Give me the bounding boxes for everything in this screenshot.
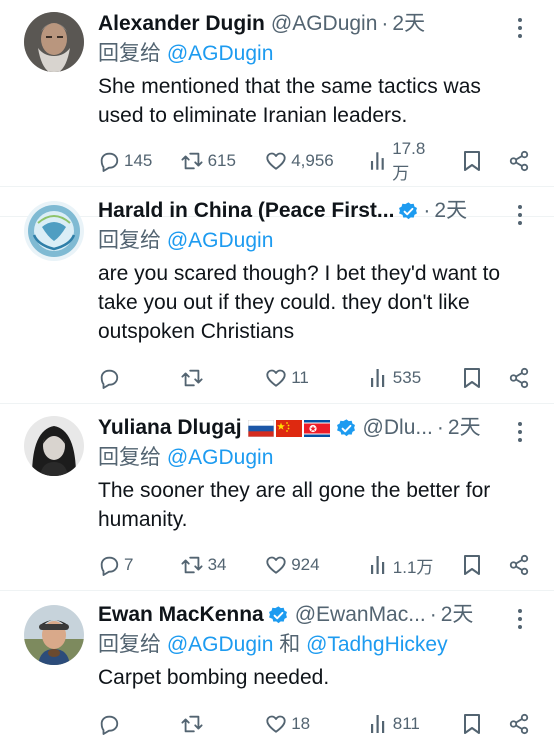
north-korea-flag-icon — [303, 419, 330, 437]
verified-badge-icon — [398, 201, 419, 222]
separator-dot: · — [423, 199, 431, 222]
verified-badge-icon — [268, 605, 289, 626]
views-count: 535 — [392, 368, 422, 387]
tweet-header: Ewan MacKenna @EwanMac... · 2天 — [98, 601, 508, 629]
views-icon — [370, 715, 384, 733]
share-button[interactable] — [506, 367, 530, 389]
like-count: 11 — [291, 368, 309, 387]
retweet-button[interactable] — [180, 367, 244, 389]
mention-joiner: 和 — [279, 633, 301, 656]
timestamp[interactable]: 2天 — [448, 414, 481, 442]
retweet-icon — [181, 369, 203, 387]
timestamp[interactable]: 2天 — [434, 197, 467, 225]
reply-icon — [100, 369, 119, 389]
like-count: 924 — [291, 555, 320, 574]
author-handle[interactable]: @EwanMac... — [295, 601, 426, 629]
more-icon[interactable] — [516, 420, 524, 444]
reply-button[interactable] — [98, 713, 158, 735]
tweet[interactable]: Ewan MacKenna @EwanMac... · 2天 回复给 @AGDu… — [0, 591, 554, 743]
author-name[interactable]: Ewan MacKenna — [98, 601, 264, 629]
views-icon — [370, 369, 384, 387]
reply-button[interactable]: 7 — [98, 554, 158, 576]
retweet-button[interactable] — [180, 713, 244, 735]
reply-icon — [100, 715, 119, 735]
tweet-header: Harald in China (Peace First... · 2天 — [98, 197, 508, 225]
author-name[interactable]: Yuliana Dlugaj — [98, 414, 242, 442]
separator-dot: · — [436, 416, 444, 439]
bookmark-icon — [464, 368, 481, 388]
russia-flag-icon — [247, 419, 274, 437]
retweet-icon — [181, 556, 203, 574]
more-icon[interactable] — [516, 607, 524, 631]
heart-icon — [266, 369, 286, 387]
mention-link[interactable]: @AGDugin — [167, 446, 274, 469]
like-count: 18 — [291, 714, 311, 733]
share-icon — [509, 367, 529, 389]
bookmark-button[interactable] — [462, 713, 484, 735]
action-bar: 7 34 924 1.1万 — [98, 552, 530, 578]
share-icon — [509, 713, 529, 735]
separator-dot: · — [429, 603, 437, 626]
avatar[interactable] — [24, 416, 84, 476]
views-count: 1.1万 — [392, 557, 434, 577]
avatar[interactable] — [24, 605, 84, 665]
retweet-icon — [181, 715, 203, 733]
like-button[interactable]: 18 — [265, 713, 347, 735]
action-bar: 18 811 — [98, 711, 530, 737]
author-name[interactable]: Harald in China (Peace First... — [98, 197, 394, 225]
tweet-header: Yuliana Dlugaj @Dlu... · 2天 — [98, 414, 508, 442]
tweet-text: Carpet bombing needed. — [98, 666, 330, 689]
reply-prefix: 回复给 — [98, 446, 161, 469]
views-button[interactable]: 811 — [369, 713, 441, 735]
reply-prefix: 回复给 — [98, 229, 161, 252]
reply-context: 回复给 @AGDugin — [98, 444, 538, 472]
reply-count: 7 — [124, 555, 134, 574]
reply-button[interactable] — [98, 367, 158, 389]
heart-icon — [266, 556, 286, 574]
retweet-button[interactable]: 34 — [180, 554, 244, 576]
like-button[interactable]: 924 — [265, 554, 347, 576]
reply-context: 回复给 @AGDugin 和 @TadhgHickey — [98, 631, 538, 659]
mention-link[interactable]: @TadhgHickey — [306, 633, 448, 656]
bookmark-icon — [464, 555, 481, 575]
views-count: 811 — [392, 714, 420, 733]
action-bar: 11 535 — [98, 365, 530, 391]
china-flag-icon — [275, 419, 302, 437]
retweet-count: 34 — [207, 555, 227, 574]
bookmark-icon — [464, 714, 481, 734]
views-button[interactable]: 535 — [369, 367, 441, 389]
more-icon[interactable] — [516, 203, 524, 227]
heart-icon — [266, 715, 286, 733]
reply-icon — [100, 556, 119, 576]
author-handle[interactable]: @Dlu... — [363, 414, 433, 442]
reply-prefix: 回复给 — [98, 633, 161, 656]
tweet-text: are you scared though? I bet they'd want… — [98, 262, 501, 343]
avatar[interactable] — [24, 201, 84, 261]
share-icon — [509, 554, 529, 576]
reply-context: 回复给 @AGDugin — [98, 227, 538, 255]
bookmark-button[interactable] — [462, 367, 484, 389]
tweet[interactable]: Yuliana Dlugaj @Dlu... · 2天 回复给 @AGDugin… — [0, 404, 554, 591]
mention-link[interactable]: @AGDugin — [167, 633, 274, 656]
tweet[interactable] — [0, 0, 554, 217]
name-flags — [247, 419, 332, 437]
views-button[interactable]: 1.1万 — [369, 553, 441, 578]
bookmark-button[interactable] — [462, 554, 484, 576]
tweet[interactable]: Harald in China (Peace First... · 2天 回复给… — [0, 187, 554, 404]
share-button[interactable] — [506, 554, 530, 576]
views-icon — [370, 556, 384, 574]
tweet-text: The sooner they are all gone the better … — [98, 479, 491, 531]
share-button[interactable] — [506, 713, 530, 735]
mention-link[interactable]: @AGDugin — [167, 229, 274, 252]
timestamp[interactable]: 2天 — [441, 601, 474, 629]
reply-feed-lower: Harald in China (Peace First... · 2天 回复给… — [0, 187, 554, 743]
verified-badge-icon — [336, 418, 357, 439]
like-button[interactable]: 11 — [265, 367, 347, 389]
